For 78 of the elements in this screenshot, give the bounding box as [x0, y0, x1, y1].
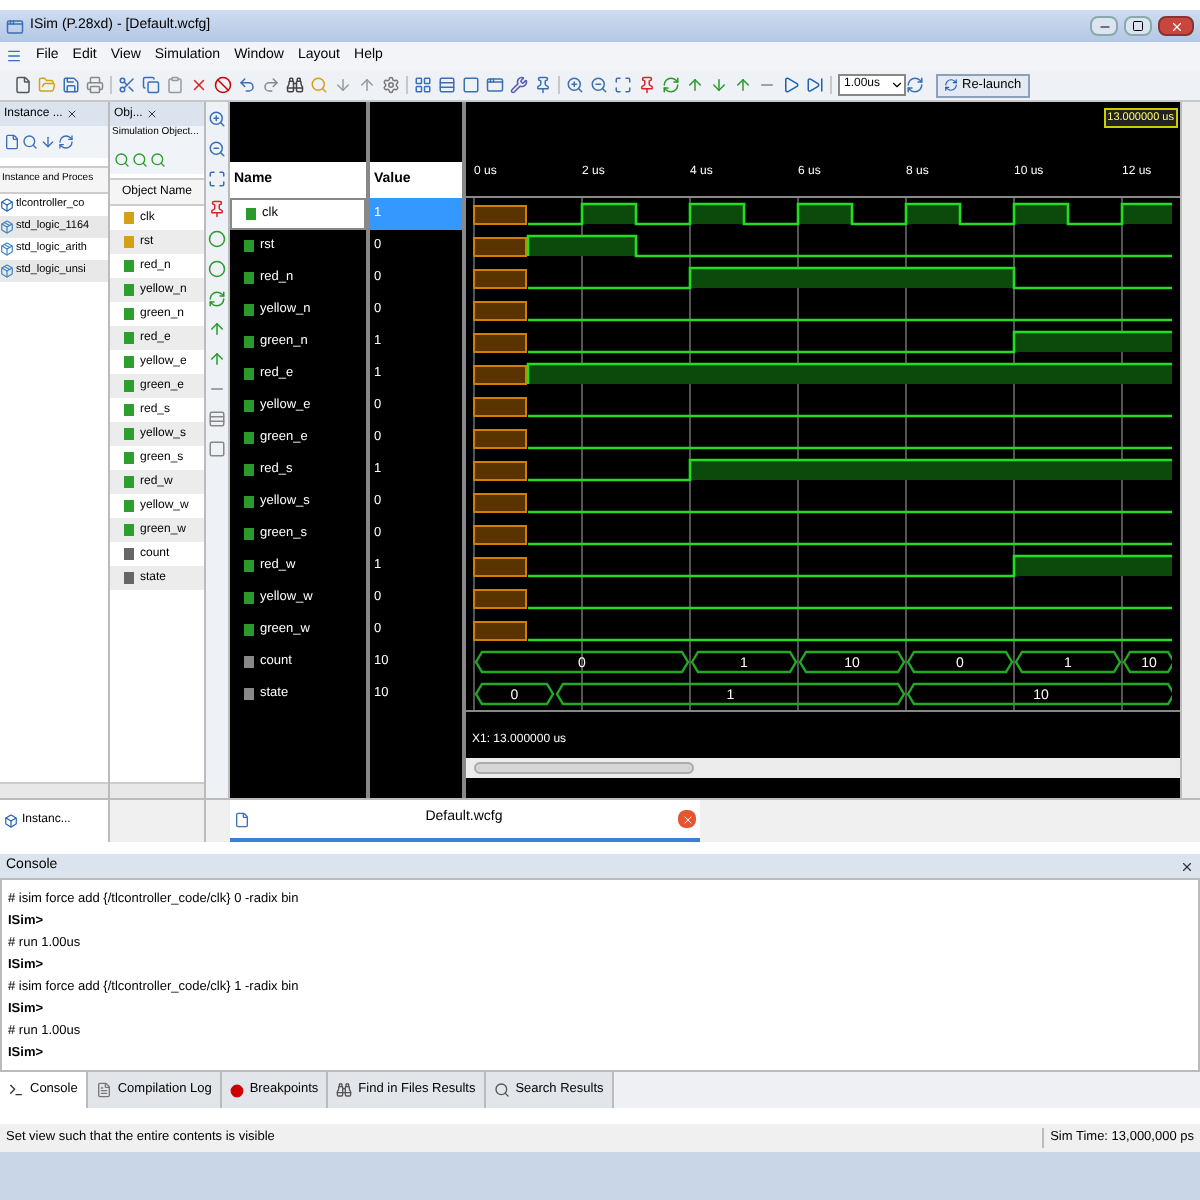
gear-icon[interactable] — [382, 76, 400, 94]
search-icon[interactable] — [114, 152, 130, 168]
search-icon[interactable] — [150, 152, 166, 168]
close-icon[interactable] — [66, 108, 79, 120]
circle-icon[interactable] — [208, 260, 226, 278]
document-icon[interactable] — [234, 811, 250, 827]
close-icon — [1169, 19, 1183, 33]
module-icon — [4, 814, 18, 828]
clipboard-icon[interactable] — [166, 76, 184, 94]
arrow-up-icon[interactable] — [208, 320, 226, 338]
binoculars-icon[interactable] — [286, 76, 304, 94]
scrollbar[interactable] — [110, 782, 204, 798]
module-icon[interactable] — [0, 198, 14, 212]
zoom-fit-icon[interactable] — [208, 170, 226, 188]
zoom-in-icon[interactable] — [566, 76, 584, 94]
rows-icon[interactable] — [208, 410, 226, 428]
binoculars-icon — [336, 1082, 353, 1098]
package-icon[interactable] — [0, 220, 14, 234]
document-icon — [95, 1082, 112, 1098]
search-icon[interactable] — [132, 152, 148, 168]
document-icon[interactable] — [4, 134, 20, 150]
refresh-icon[interactable] — [906, 76, 924, 94]
scrollbar[interactable] — [466, 758, 1180, 778]
arrow-up-icon[interactable] — [686, 76, 704, 94]
arrow-down-icon[interactable] — [40, 134, 56, 150]
minimize-button[interactable] — [1090, 16, 1118, 36]
arrow-down-icon[interactable] — [334, 76, 352, 94]
close-tab-button[interactable] — [678, 810, 696, 828]
scrollbar[interactable] — [0, 782, 108, 798]
terminal-icon — [8, 1082, 24, 1098]
run-icon[interactable] — [782, 76, 800, 94]
maximize-icon — [1132, 20, 1144, 32]
marker-icon[interactable] — [208, 200, 226, 218]
app-window-icon[interactable] — [486, 76, 504, 94]
undo-icon[interactable] — [238, 76, 256, 94]
delete-icon[interactable] — [190, 76, 208, 94]
arrow-up-icon[interactable] — [208, 350, 226, 368]
close-icon[interactable] — [146, 108, 159, 120]
search-icon — [493, 1082, 510, 1098]
step-icon[interactable] — [806, 76, 824, 94]
stop-icon[interactable] — [214, 76, 232, 94]
close-icon — [681, 813, 693, 825]
breakpoint-icon — [229, 1083, 244, 1097]
wrench-icon[interactable] — [510, 76, 528, 94]
window-icon[interactable] — [462, 76, 480, 94]
redo-icon[interactable] — [262, 76, 280, 94]
window-icon[interactable] — [208, 440, 226, 458]
refresh-icon[interactable] — [662, 76, 680, 94]
pin-icon[interactable] — [534, 76, 552, 94]
arrow-down-icon[interactable] — [710, 76, 728, 94]
package-icon[interactable] — [0, 264, 14, 278]
package-icon[interactable] — [0, 242, 14, 256]
arrow-up-icon[interactable] — [358, 76, 376, 94]
refresh-icon[interactable] — [58, 134, 74, 150]
scrollbar[interactable] — [1180, 102, 1200, 798]
zoom-in-icon[interactable] — [208, 110, 226, 128]
search-icon[interactable] — [22, 134, 38, 150]
zoom-out-icon[interactable] — [590, 76, 608, 94]
grid-icon[interactable] — [414, 76, 432, 94]
marker-icon[interactable] — [638, 76, 656, 94]
scissors-icon[interactable] — [118, 76, 136, 94]
rows-icon[interactable] — [438, 76, 456, 94]
printer-icon[interactable] — [86, 76, 104, 94]
refresh-icon — [944, 78, 958, 92]
circle-icon[interactable] — [208, 230, 226, 248]
maximize-button[interactable] — [1124, 16, 1152, 36]
copy-icon[interactable] — [142, 76, 160, 94]
arrow-up-icon[interactable] — [734, 76, 752, 94]
refresh-icon[interactable] — [208, 290, 226, 308]
dropdown-caret-icon — [890, 78, 904, 92]
app-icon — [6, 17, 24, 35]
close-icon[interactable] — [1180, 859, 1194, 873]
zoom-fit-icon[interactable] — [614, 76, 632, 94]
save-icon[interactable] — [62, 76, 80, 94]
window-menu-icon[interactable] — [6, 48, 22, 64]
new-file-icon[interactable] — [14, 76, 32, 94]
close-button[interactable] — [1158, 16, 1194, 36]
zoom-out-icon[interactable] — [208, 140, 226, 158]
